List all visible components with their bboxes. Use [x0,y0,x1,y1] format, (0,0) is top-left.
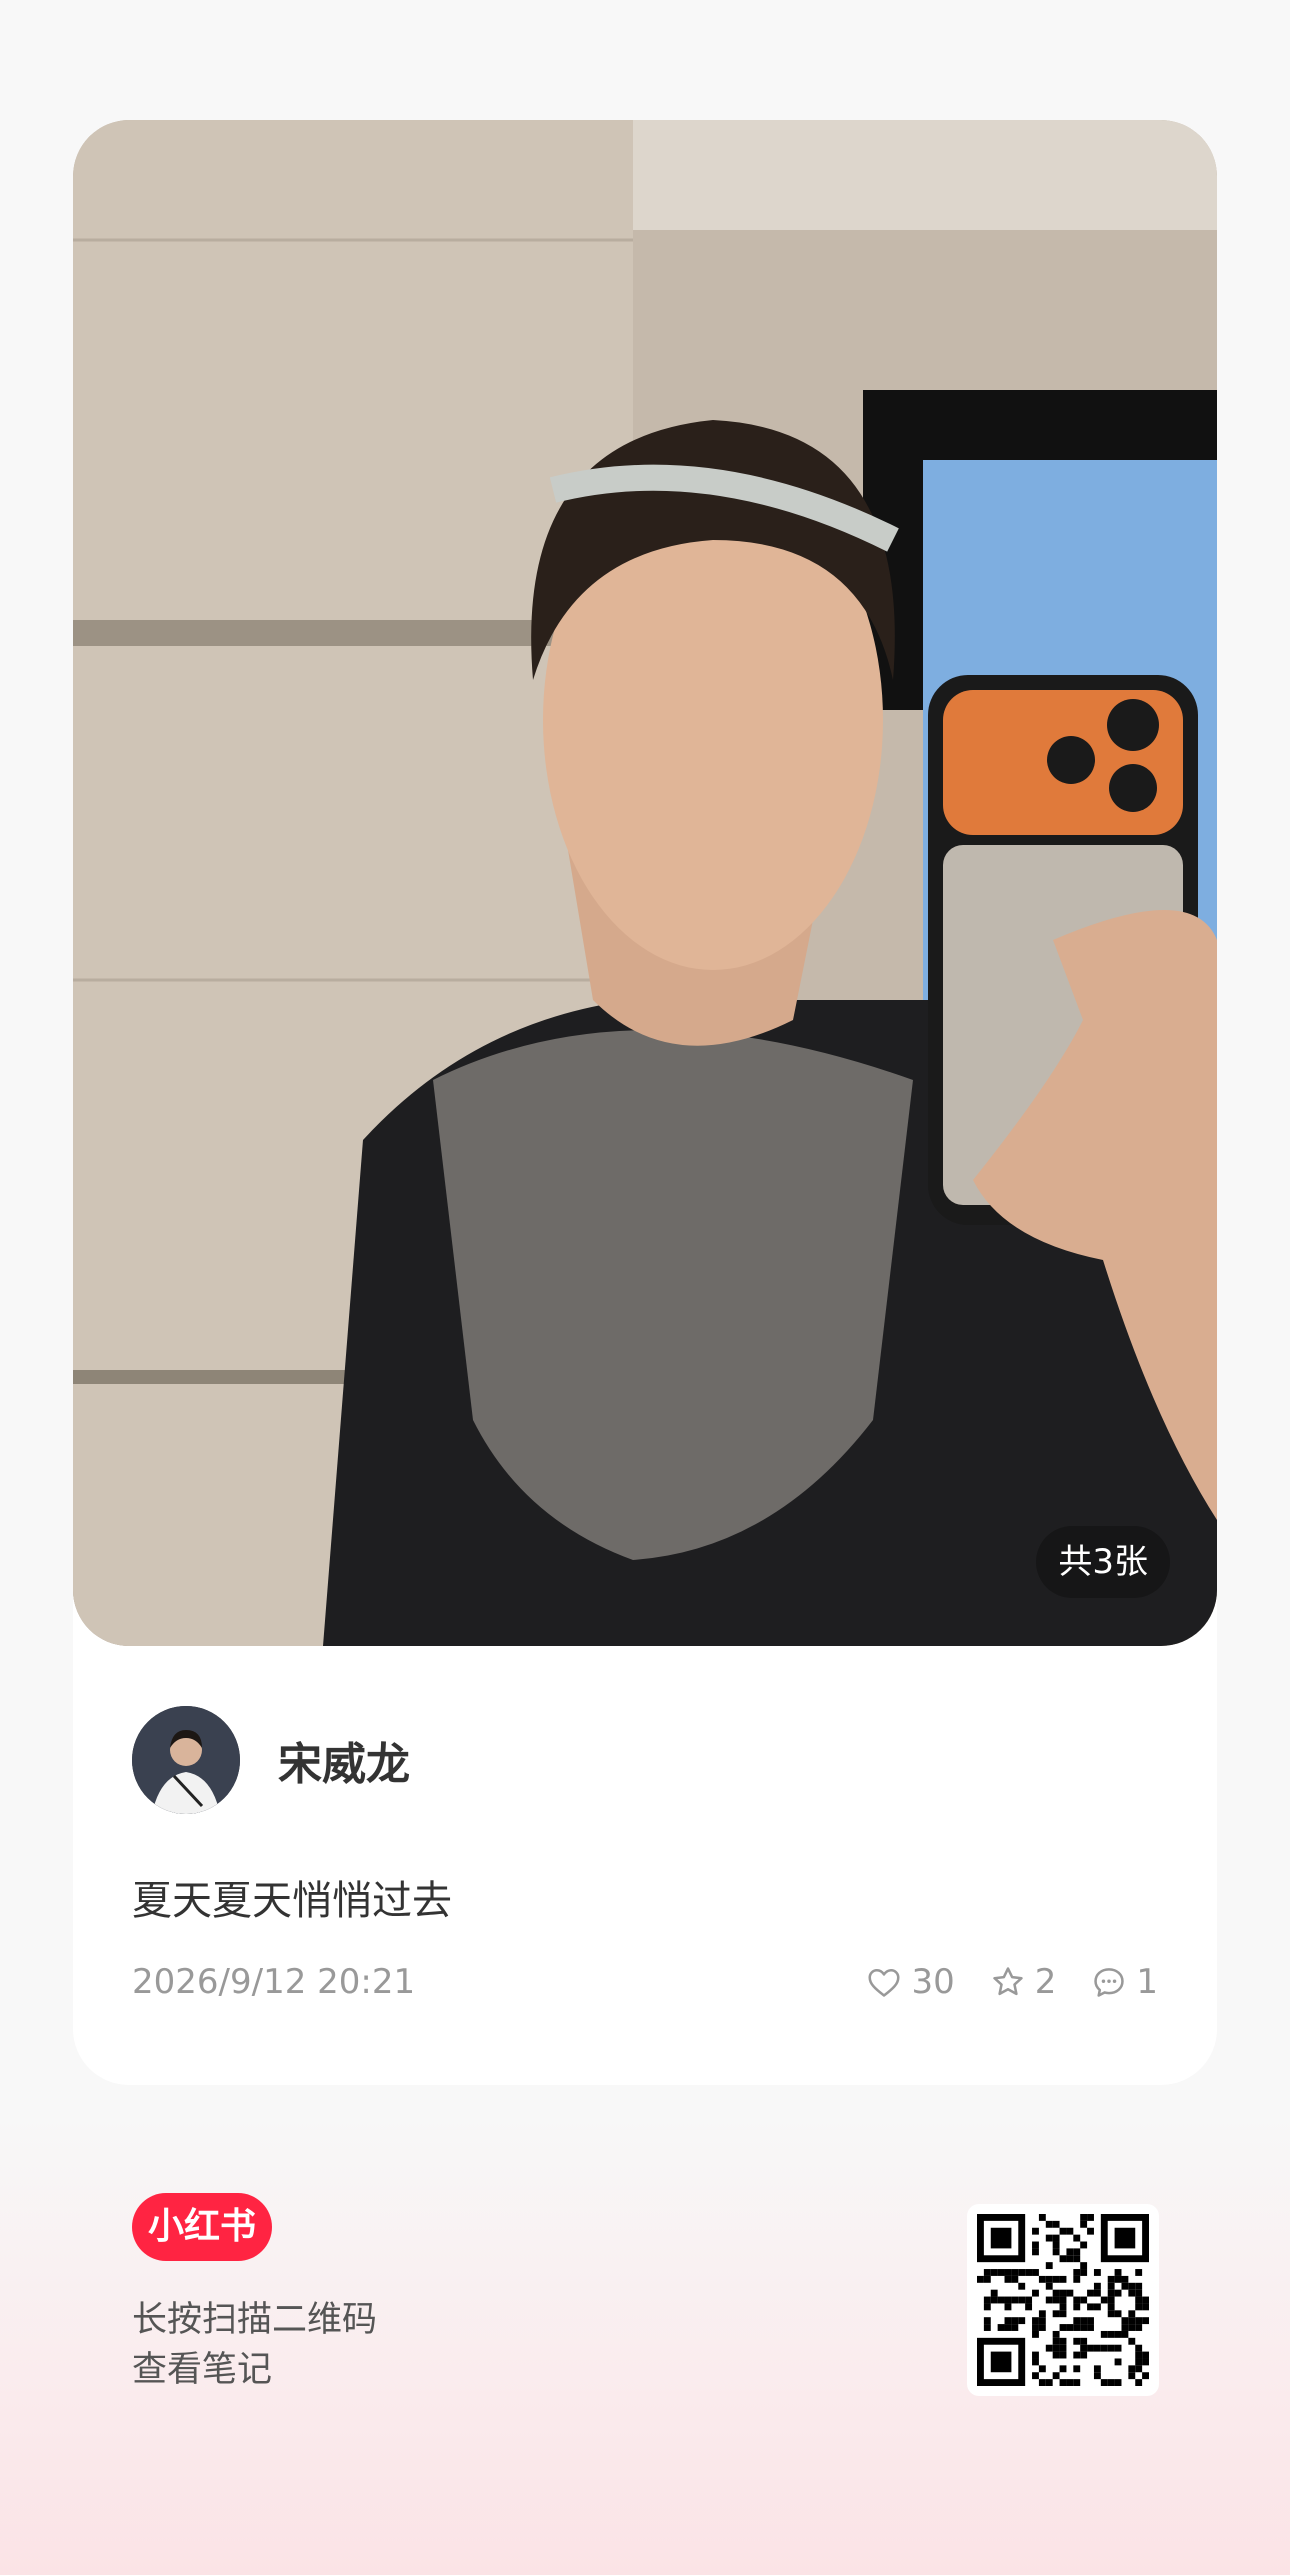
scan-hint-line1: 长按扫描二维码 [132,2300,378,2340]
stats: 30 2 1 [865,1962,1158,2002]
author-row[interactable]: 宋威龙 [132,1706,410,1814]
heart-icon [868,1969,900,1997]
qr-code[interactable] [967,2204,1159,2396]
photo-illustration [73,120,1217,1646]
post-photo[interactable]: 共3张 [73,120,1217,1646]
image-count-badge: 共3张 [1036,1526,1170,1598]
post-date: 2026/9/12 20:21 [132,1962,416,2002]
comment-stat[interactable]: 1 [1090,1962,1158,2002]
like-count: 30 [911,1962,955,2002]
comment-count: 1 [1136,1962,1158,2002]
qr-code-pattern [977,2214,1149,2386]
collect-stat[interactable]: 2 [989,1962,1057,2002]
collect-count: 2 [1034,1962,1057,2002]
avatar-illustration [132,1706,240,1814]
xiaohongshu-logo: 小红书 [132,2193,272,2261]
like-stat[interactable]: 30 [865,1962,955,2002]
note-card[interactable]: 共3张 宋威龙 夏天夏天悄悄过去 2026/9/12 20:21 30 2 1 [73,120,1217,2085]
scan-hint-line2: 查看笔记 [132,2350,273,2390]
meta-row: 2026/9/12 20:21 30 2 1 [132,1962,1158,2002]
comment-icon [1094,1968,1125,1997]
note-text: 夏天夏天悄悄过去 [132,1878,452,1924]
scan-hint: 长按扫描二维码 查看笔记 [132,2295,377,2395]
author-name[interactable]: 宋威龙 [278,1728,410,1792]
star-icon [992,1967,1023,1996]
avatar[interactable] [132,1706,240,1814]
